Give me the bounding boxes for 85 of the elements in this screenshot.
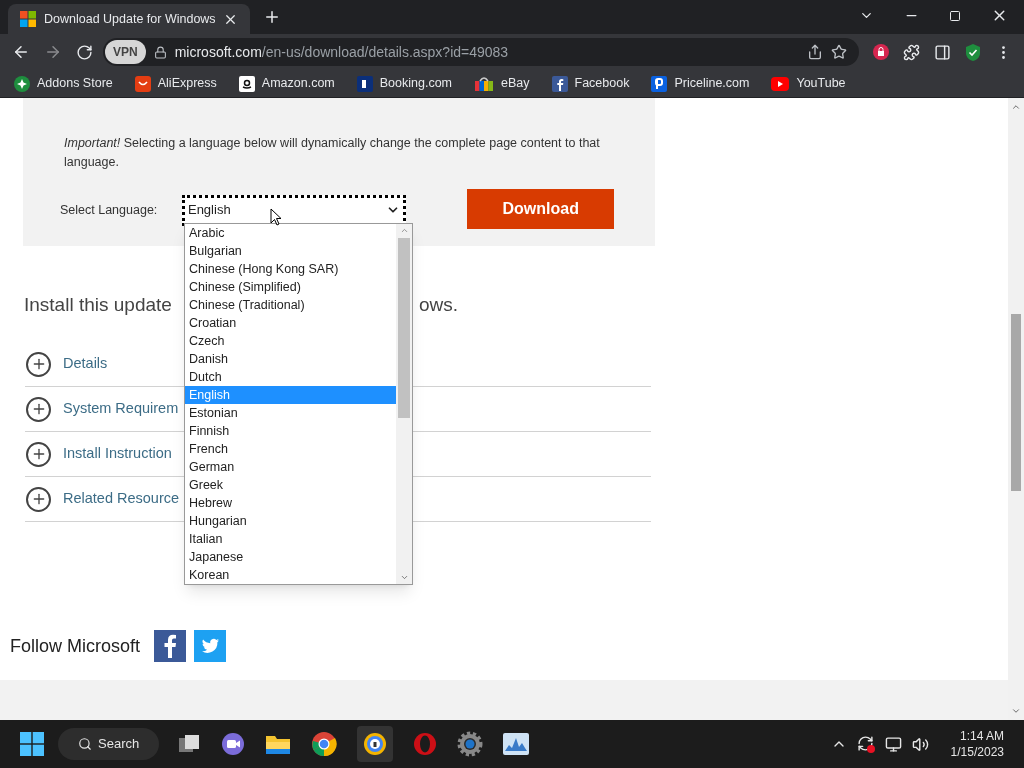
follow-text: Follow Microsoft	[10, 634, 141, 658]
language-option[interactable]: Hebrew	[185, 494, 396, 512]
scroll-up-icon[interactable]	[1011, 102, 1021, 112]
expand-icon[interactable]	[26, 351, 51, 377]
bookmark-star-icon[interactable]	[831, 44, 847, 60]
browser-tab[interactable]: Download Update for Windows	[8, 4, 250, 34]
scrollbar-thumb[interactable]	[398, 238, 410, 418]
twitter-icon[interactable]	[194, 630, 227, 662]
chrome-icon[interactable]	[311, 731, 338, 757]
opera-icon[interactable]	[413, 732, 438, 756]
expand-icon[interactable]	[26, 441, 51, 467]
network-icon[interactable]	[884, 735, 902, 753]
shopping-bag-icon	[474, 75, 494, 92]
shield-check-icon[interactable]	[965, 43, 981, 61]
clock-time[interactable]: 1:14 AM	[959, 728, 1004, 744]
language-option[interactable]: Dutch	[185, 368, 396, 386]
settings-icon[interactable]	[457, 731, 484, 757]
lock-icon	[153, 45, 167, 59]
language-option[interactable]: Greek	[185, 476, 396, 494]
facebook-icon[interactable]	[154, 630, 187, 662]
lock-badge-icon[interactable]	[873, 44, 889, 60]
url-text[interactable]: microsoft.com/en-us/download/details.aspx?id=49083	[174, 41, 799, 63]
share-icon[interactable]	[807, 44, 823, 60]
language-option[interactable]: German	[185, 458, 396, 476]
language-option[interactable]: Korean	[185, 566, 396, 584]
page-scrollbar[interactable]	[1008, 98, 1024, 720]
reload-icon[interactable]	[76, 43, 93, 61]
new-tab-icon[interactable]	[263, 8, 281, 26]
language-option[interactable]: Chinese (Hong Kong SAR)	[185, 260, 396, 278]
windows-logo-icon	[20, 11, 36, 27]
extensions-icon[interactable]	[903, 43, 920, 61]
section-link[interactable]: System Requirem	[63, 398, 179, 420]
expand-icon[interactable]	[26, 396, 51, 422]
tab-title: Download Update for Windows	[44, 10, 215, 28]
language-option[interactable]: Czech	[185, 332, 396, 350]
language-option[interactable]: Italian	[185, 530, 396, 548]
play-button-icon	[771, 76, 790, 91]
section-link[interactable]: Related Resource	[63, 488, 180, 510]
section-link[interactable]: Install Instruction	[63, 443, 172, 465]
scroll-down-icon[interactable]	[1011, 706, 1021, 716]
video-camera-icon[interactable]	[221, 732, 246, 756]
restore-icon[interactable]	[949, 9, 961, 22]
vpn-button[interactable]: VPN	[105, 40, 146, 64]
search-button[interactable]: Search	[58, 728, 160, 760]
bookmark-link[interactable]: eBay	[501, 74, 530, 93]
bookmark-link[interactable]: Priceline.com	[674, 74, 750, 93]
language-option[interactable]: Estonian	[185, 404, 396, 422]
download-button[interactable]: Download	[467, 189, 614, 229]
bookmark-link[interactable]: Amazon.com	[261, 74, 335, 93]
bookmark-link[interactable]: Booking.com	[379, 74, 452, 93]
sync-icon[interactable]	[856, 735, 875, 753]
bookmark-link[interactable]: Facebook	[574, 74, 630, 93]
facebook-icon	[551, 75, 568, 92]
volume-icon[interactable]	[911, 735, 929, 753]
forward-icon[interactable]	[44, 43, 62, 61]
language-option[interactable]: Croatian	[185, 314, 396, 332]
bookmark-link[interactable]: Addons Store	[37, 74, 113, 93]
language-option[interactable]: Danish	[185, 350, 396, 368]
bookmark-link[interactable]: YouTube	[796, 74, 846, 93]
language-option[interactable]: Chinese (Traditional)	[185, 296, 396, 314]
language-option[interactable]: Finnish	[185, 422, 396, 440]
scroll-down-icon[interactable]	[399, 573, 409, 582]
language-option[interactable]: Bulgarian	[185, 242, 396, 260]
back-icon[interactable]	[12, 43, 30, 61]
search-icon	[78, 737, 92, 751]
scrollbar-thumb[interactable]	[1011, 314, 1021, 491]
side-panel-icon[interactable]	[934, 43, 951, 61]
section-link[interactable]: Details	[63, 353, 108, 375]
language-option[interactable]: French	[185, 440, 396, 458]
start-icon[interactable]	[20, 732, 44, 756]
clock-date[interactable]: 1/15/2023	[950, 744, 1004, 760]
language-option[interactable]: Hungarian	[185, 512, 396, 530]
heading-text: Install this update	[24, 293, 172, 315]
language-option[interactable]: Chinese (Simplified)	[185, 278, 396, 296]
language-select[interactable]: English	[181, 194, 407, 226]
language-option[interactable]: Japanese	[185, 548, 396, 566]
language-option[interactable]: Arabic	[185, 224, 396, 242]
shopping-bag-icon	[134, 75, 151, 92]
heading-text: ows.	[418, 293, 458, 315]
chart-window-icon[interactable]	[503, 733, 530, 755]
bookmark-link[interactable]: AliExpress	[157, 74, 217, 93]
notice-text: Important! Selecting a language below will dynamically change the complete page content to that language.	[64, 135, 601, 171]
dropdown-scrollbar[interactable]	[396, 224, 412, 584]
expand-icon[interactable]	[26, 486, 51, 512]
select-label: Select Language:	[60, 201, 159, 219]
